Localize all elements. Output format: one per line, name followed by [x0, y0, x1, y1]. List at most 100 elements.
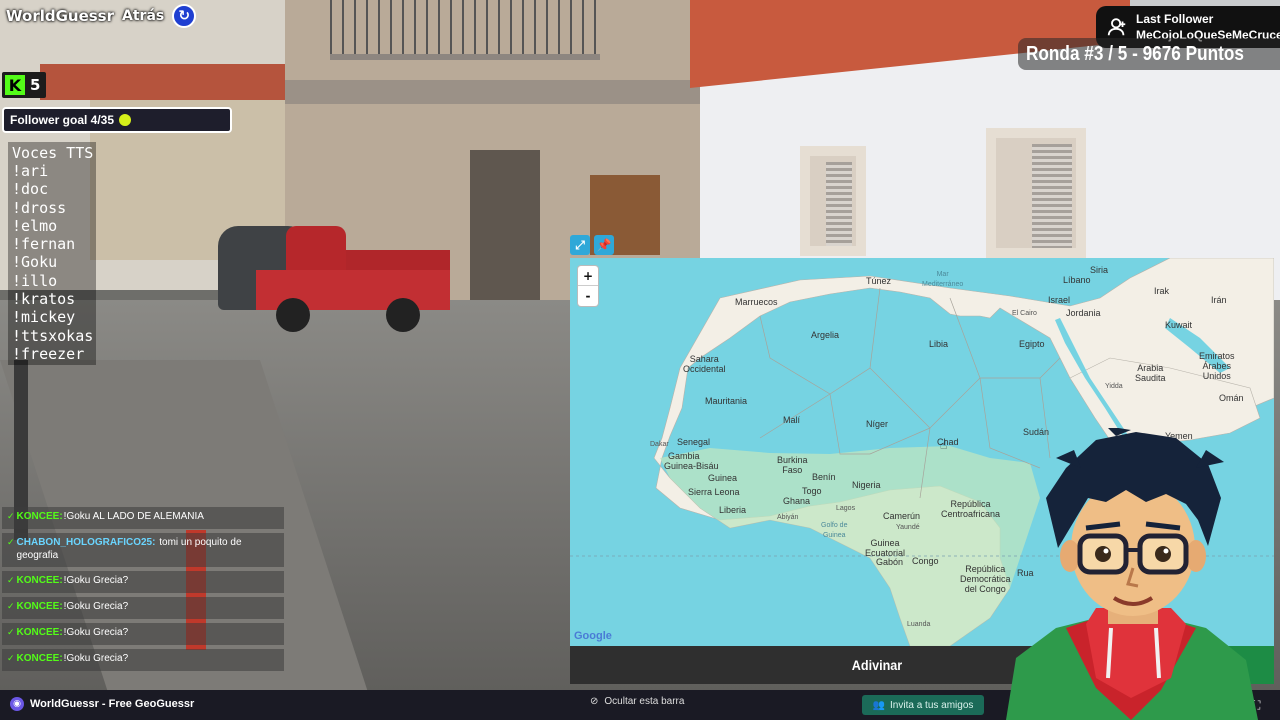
- map-label: Guinea Ecuatorial: [865, 538, 906, 558]
- map-label: Irak: [1154, 286, 1170, 296]
- map-label: Omán: [1219, 393, 1244, 403]
- chat-message: ✓ KONCEE:!Goku Grecia?: [2, 597, 284, 619]
- tts-command: !illo: [12, 271, 58, 290]
- chat-text: !Goku Grecia?: [63, 601, 129, 612]
- chat-text: !Goku Grecia?: [63, 575, 129, 586]
- zoom-out-button[interactable]: -: [578, 286, 598, 306]
- map-label: Congo: [912, 556, 939, 566]
- map-label: Emiratos Árabes Unidos: [1199, 351, 1235, 381]
- verified-icon: ✓: [7, 575, 15, 585]
- invite-label: Invita a tus amigos: [890, 699, 974, 711]
- map-label: Egipto: [1019, 339, 1045, 349]
- roof-left: [40, 64, 290, 100]
- hide-bar-button[interactable]: ⊘ Ocultar esta barra: [590, 696, 684, 707]
- map-label: Mar Mediterráneo: [922, 271, 964, 288]
- google-logo: Google: [574, 630, 612, 642]
- tts-title: Voces TTS: [12, 144, 94, 162]
- map-label: Kuwait: [1165, 320, 1193, 330]
- map-label: Libia: [929, 339, 949, 349]
- map-label: Senegal: [677, 437, 711, 447]
- chat-message: ✓ CHABON_HOLOGRAFICO25: tomi un poquito …: [2, 533, 284, 567]
- tts-voices-panel: Voces TTS !ari !doc !dross !elmo !fernan…: [8, 142, 96, 366]
- map-label: Níger: [866, 419, 889, 429]
- map-label: Togo: [802, 486, 822, 496]
- user-icon: [1107, 18, 1126, 36]
- users-icon: 👥: [872, 699, 886, 711]
- map-label: Argelia: [811, 330, 840, 340]
- chat-username: KONCEE:: [16, 627, 63, 638]
- hand-cursor-icon: ☝: [940, 438, 948, 452]
- map-label: Gabón: [876, 557, 904, 567]
- map-label: Túnez: [866, 276, 892, 286]
- map-label: Abiyán: [777, 514, 799, 521]
- chat-username: KONCEE:: [16, 511, 63, 522]
- verified-icon: ✓: [7, 601, 15, 611]
- zoom-in-button[interactable]: +: [578, 266, 598, 286]
- chat-username: KONCEE:: [16, 575, 63, 586]
- chat-username: KONCEE:: [16, 653, 63, 664]
- hide-bar-label: Ocultar esta barra: [604, 696, 685, 707]
- back-link[interactable]: Atrás: [122, 8, 164, 24]
- tts-command: !ari: [12, 162, 49, 180]
- chat-username: CHABON_HOLOGRAFICO25:: [16, 537, 156, 548]
- tts-command: !Goku: [12, 253, 58, 272]
- chat-message: ✓ KONCEE:!Goku AL LADO DE ALEMANIA: [2, 507, 284, 529]
- stream-chat: ✓ KONCEE:!Goku AL LADO DE ALEMANIA ✓ CHA…: [2, 507, 284, 675]
- pin-icon: 📌: [596, 238, 612, 252]
- map-label: Burkina Faso: [777, 455, 808, 475]
- map-label: Luanda: [907, 621, 931, 628]
- balcony-railing: [330, 0, 600, 60]
- chat-message: ✓ KONCEE:!Goku Grecia?: [2, 571, 284, 593]
- map-label: Yidda: [1105, 383, 1123, 390]
- tts-command: !mickey: [12, 308, 76, 327]
- map-label: Gambia: [668, 451, 700, 461]
- chat-username: KONCEE:: [16, 601, 63, 612]
- map-label: Lagos: [836, 505, 856, 512]
- expand-map-button[interactable]: ⤢: [570, 235, 590, 255]
- invite-friends-button[interactable]: 👥 Invita a tus amigos: [862, 695, 984, 715]
- map-label: Jordania: [1066, 308, 1101, 318]
- map-label: Mauritania: [705, 396, 748, 406]
- bottom-brand-text: WorldGuessr - Free GeoGuessr: [30, 698, 195, 710]
- map-label: Sierra Leona: [688, 487, 740, 497]
- map-label: Liberia: [719, 505, 747, 515]
- bottom-brand[interactable]: ◉ WorldGuessr - Free GeoGuessr: [10, 697, 194, 711]
- map-label: Benín: [812, 472, 836, 482]
- window: [800, 146, 866, 256]
- map-label: Yaundé: [896, 524, 920, 531]
- reload-button[interactable]: ↻: [172, 4, 197, 28]
- kick-viewer-badge: K 5: [2, 72, 46, 98]
- chat-text: !Goku Grecia?: [63, 653, 129, 664]
- streamer-avatar: [1006, 428, 1258, 720]
- map-label: Nigeria: [852, 480, 881, 490]
- verified-icon: ✓: [7, 653, 15, 663]
- zoom-controls: + -: [578, 266, 598, 306]
- map-label: Arabia Saudita: [1135, 363, 1166, 383]
- tts-command: !freezer: [12, 344, 85, 363]
- map-label: El Cairo: [1012, 310, 1037, 317]
- verified-icon: ✓: [7, 537, 15, 547]
- tts-command: !ttsxokas: [12, 326, 94, 345]
- chat-text: !Goku Grecia?: [63, 627, 129, 638]
- round-score-display: Ronda #3 / 5 - 9676 Puntos: [1018, 38, 1280, 70]
- viewer-count: 5: [30, 76, 41, 94]
- building-slab: [285, 80, 705, 104]
- map-label: Líbano: [1063, 275, 1091, 285]
- last-follower-label: Last Follower: [1136, 12, 1214, 26]
- discord-icon: ◉: [10, 697, 24, 711]
- map-label: Irán: [1211, 295, 1227, 305]
- eye-off-icon: ⊘: [590, 696, 599, 707]
- pin-map-button[interactable]: 📌: [594, 235, 614, 255]
- chat-message: ✓ KONCEE:!Goku Grecia?: [2, 623, 284, 645]
- tts-command: !fernan: [12, 235, 76, 254]
- map-label: Sahara Occidental: [683, 354, 726, 374]
- tts-command: !elmo: [12, 216, 58, 235]
- expand-icon: ⤢: [575, 237, 585, 252]
- map-label: Israel: [1048, 295, 1071, 305]
- parked-pickup-red: [256, 226, 450, 332]
- map-label: Guinea: [708, 473, 738, 483]
- goal-progress-dot: [119, 114, 132, 126]
- round-score-text: Ronda #3 / 5 - 9676 Puntos: [1026, 43, 1244, 65]
- map-label: Marruecos: [735, 297, 778, 307]
- map-label: República Centroafricana: [941, 499, 1001, 519]
